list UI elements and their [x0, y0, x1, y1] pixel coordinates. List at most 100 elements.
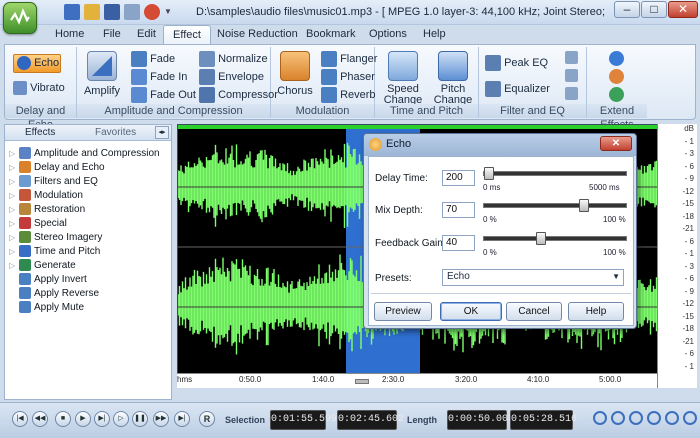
extend-effect-icon-2[interactable]	[609, 69, 624, 84]
tab-noise-reduction[interactable]: Noise Reduction	[208, 25, 307, 44]
reverb-button[interactable]: Reverb	[321, 87, 376, 104]
overview-bar[interactable]	[178, 125, 658, 129]
tab-options[interactable]: Options	[360, 25, 416, 44]
feedback-gain-track[interactable]	[483, 236, 627, 241]
tab-home[interactable]: Home	[46, 25, 93, 44]
tab-favorites[interactable]: Favorites	[77, 126, 140, 140]
tree-item[interactable]: ▷ Delay and Echo	[9, 161, 105, 175]
horizontal-scroll-thumb[interactable]	[355, 379, 369, 384]
dialog-title-bar[interactable]: Echo ✕	[364, 134, 636, 156]
open-folder-icon[interactable]	[84, 4, 100, 20]
expand-icon[interactable]: ▷	[9, 147, 19, 161]
amplify-button[interactable]: Amplify	[83, 51, 121, 97]
close-button[interactable]: ✕	[668, 1, 698, 18]
mix-depth-thumb[interactable]	[578, 199, 589, 212]
mix-depth-input[interactable]: 70	[442, 202, 475, 218]
delay-time-input[interactable]: 200	[442, 170, 475, 186]
pitch-change-button[interactable]: Pitch Change	[431, 51, 475, 106]
undo-icon[interactable]	[124, 4, 140, 20]
rewind-icon[interactable]: ◀◀	[32, 411, 48, 427]
delay-time-thumb[interactable]	[483, 167, 494, 180]
dialog-title: Echo	[386, 138, 412, 150]
tab-edit[interactable]: Edit	[128, 25, 165, 44]
ok-button[interactable]: OK	[440, 302, 502, 321]
fade-in-button[interactable]: Fade In	[131, 69, 187, 86]
save-icon[interactable]	[104, 4, 120, 20]
phaser-button[interactable]: Phaser	[321, 69, 375, 86]
filter-icon-1[interactable]	[565, 51, 578, 64]
tree-item[interactable]: Apply Invert	[9, 273, 87, 287]
mix-depth-track[interactable]	[483, 203, 627, 208]
extend-effect-icon-3[interactable]	[609, 87, 624, 102]
filter-icon-3[interactable]	[565, 87, 578, 100]
feedback-gain-input[interactable]: 40	[442, 235, 475, 251]
pause-icon[interactable]: ❚❚	[132, 411, 148, 427]
expand-icon[interactable]: ▷	[9, 259, 19, 273]
play-loop-icon[interactable]: ▶|	[94, 411, 110, 427]
record-button[interactable]: R	[199, 411, 215, 427]
preview-button[interactable]: Preview	[374, 302, 432, 321]
feedback-gain-thumb[interactable]	[535, 232, 546, 245]
tab-effect[interactable]: Effect	[163, 25, 211, 45]
flanger-button[interactable]: Flanger	[321, 51, 377, 68]
zoom-vertical-in-icon[interactable]	[665, 411, 679, 425]
tree-item[interactable]: Apply Reverse	[9, 287, 99, 301]
tab-effects[interactable]: Effects	[7, 126, 59, 140]
tree-item[interactable]: ▷ Amplitude and Compression	[9, 147, 160, 161]
expand-icon[interactable]: ▷	[9, 231, 19, 245]
fade-button[interactable]: Fade	[131, 51, 175, 68]
cancel-button[interactable]: Cancel	[506, 302, 562, 321]
expand-icon[interactable]: ▷	[9, 175, 19, 189]
tree-item[interactable]: ▷ Generate	[9, 259, 76, 273]
expand-icon[interactable]: ▷	[9, 161, 19, 175]
tree-item[interactable]: Apply Mute	[9, 301, 84, 315]
delay-time-track[interactable]	[483, 171, 627, 176]
expand-icon[interactable]: ▷	[9, 189, 19, 203]
panel-collapse-icon[interactable]: ◂▸	[155, 126, 169, 139]
zoom-in-icon[interactable]	[593, 411, 607, 425]
tab-help[interactable]: Help	[414, 25, 455, 44]
go-to-start-icon[interactable]: |◀	[12, 411, 28, 427]
peak-eq-button[interactable]: Peak EQ	[485, 55, 548, 72]
extend-effect-icon-1[interactable]	[609, 51, 624, 66]
dialog-close-button[interactable]: ✕	[600, 136, 632, 151]
speed-change-button[interactable]: Speed Change	[381, 51, 425, 106]
chorus-button[interactable]: Chorus	[277, 51, 313, 97]
zoom-selection-icon[interactable]	[629, 411, 643, 425]
vibrato-button[interactable]: Vibrato	[13, 81, 65, 95]
zoom-fit-icon[interactable]	[647, 411, 661, 425]
app-logo-icon[interactable]	[3, 2, 37, 34]
equalizer-button[interactable]: Equalizer	[485, 81, 550, 98]
expand-icon[interactable]: ▷	[9, 245, 19, 259]
maximize-button[interactable]: □	[641, 1, 667, 18]
new-file-icon[interactable]	[64, 4, 80, 20]
help-button[interactable]: Help	[568, 302, 624, 321]
minimize-button[interactable]: –	[614, 1, 640, 18]
record-icon[interactable]	[144, 4, 160, 20]
expand-icon[interactable]: ▷	[9, 217, 19, 231]
echo-button[interactable]: Echo	[13, 54, 61, 73]
tree-item[interactable]: ▷ Filters and EQ	[9, 175, 98, 189]
normalize-button[interactable]: Normalize	[199, 51, 268, 68]
zoom-out-icon[interactable]	[611, 411, 625, 425]
tree-item[interactable]: ▷ Special	[9, 217, 67, 231]
go-to-end-icon[interactable]: ▶|	[174, 411, 190, 427]
stop-icon[interactable]: ■	[55, 411, 71, 427]
tree-item[interactable]: ▷ Stereo Imagery	[9, 231, 102, 245]
envelope-button[interactable]: Envelope	[199, 69, 264, 86]
filter-icon-2[interactable]	[565, 69, 578, 82]
fade-out-button[interactable]: Fade Out	[131, 87, 196, 104]
fast-forward-icon[interactable]: ▶▶	[153, 411, 169, 427]
tree-item[interactable]: ▷ Time and Pitch	[9, 245, 100, 259]
tab-bookmark[interactable]: Bookmark	[297, 25, 365, 44]
zoom-vertical-out-icon[interactable]	[683, 411, 697, 425]
tree-item[interactable]: ▷ Restoration	[9, 203, 85, 217]
expand-icon[interactable]: ▷	[9, 203, 19, 217]
compressor-button[interactable]: Compressor	[199, 87, 278, 104]
play-selection-icon[interactable]: ▷	[113, 411, 129, 427]
presets-select[interactable]: Echo ▼	[442, 269, 624, 286]
quick-access-dropdown-icon[interactable]: ▼	[164, 4, 174, 20]
tab-file[interactable]: File	[94, 25, 130, 44]
tree-item[interactable]: ▷ Modulation	[9, 189, 83, 203]
play-icon[interactable]: ▶	[75, 411, 91, 427]
